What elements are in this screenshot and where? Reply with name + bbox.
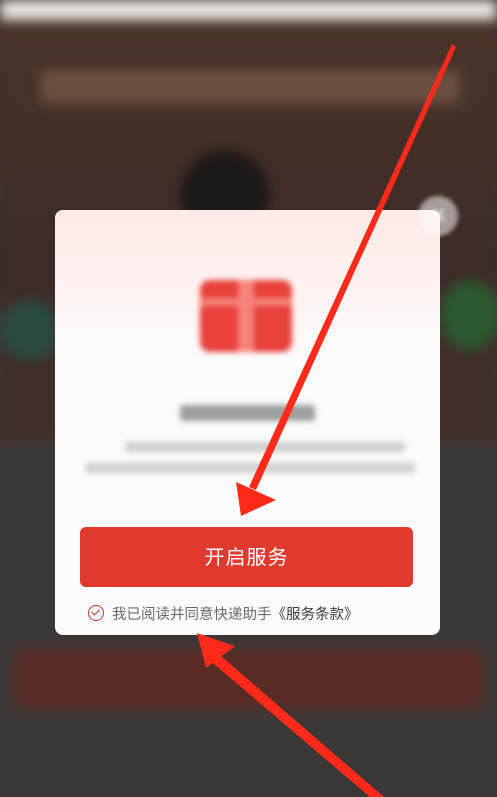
hero-headline bbox=[40, 70, 460, 104]
dialog-description bbox=[125, 442, 405, 452]
gift-box-icon bbox=[200, 280, 292, 352]
agreement-text: 我已阅读并同意快递助手 bbox=[112, 606, 272, 623]
dialog-description bbox=[85, 463, 415, 473]
status-bar bbox=[0, 0, 497, 20]
hero-illustration bbox=[0, 300, 60, 360]
agreement-row[interactable]: 我已阅读并同意快递助手 《服务条款》 bbox=[88, 602, 418, 624]
terms-link[interactable]: 《服务条款》 bbox=[272, 603, 359, 624]
hero-illustration bbox=[440, 280, 497, 350]
start-service-button[interactable]: 开启服务 bbox=[80, 527, 413, 587]
dialog-title bbox=[180, 405, 315, 421]
close-icon[interactable]: × bbox=[418, 196, 458, 236]
check-circle-icon[interactable] bbox=[88, 605, 104, 621]
background-button bbox=[15, 650, 482, 708]
